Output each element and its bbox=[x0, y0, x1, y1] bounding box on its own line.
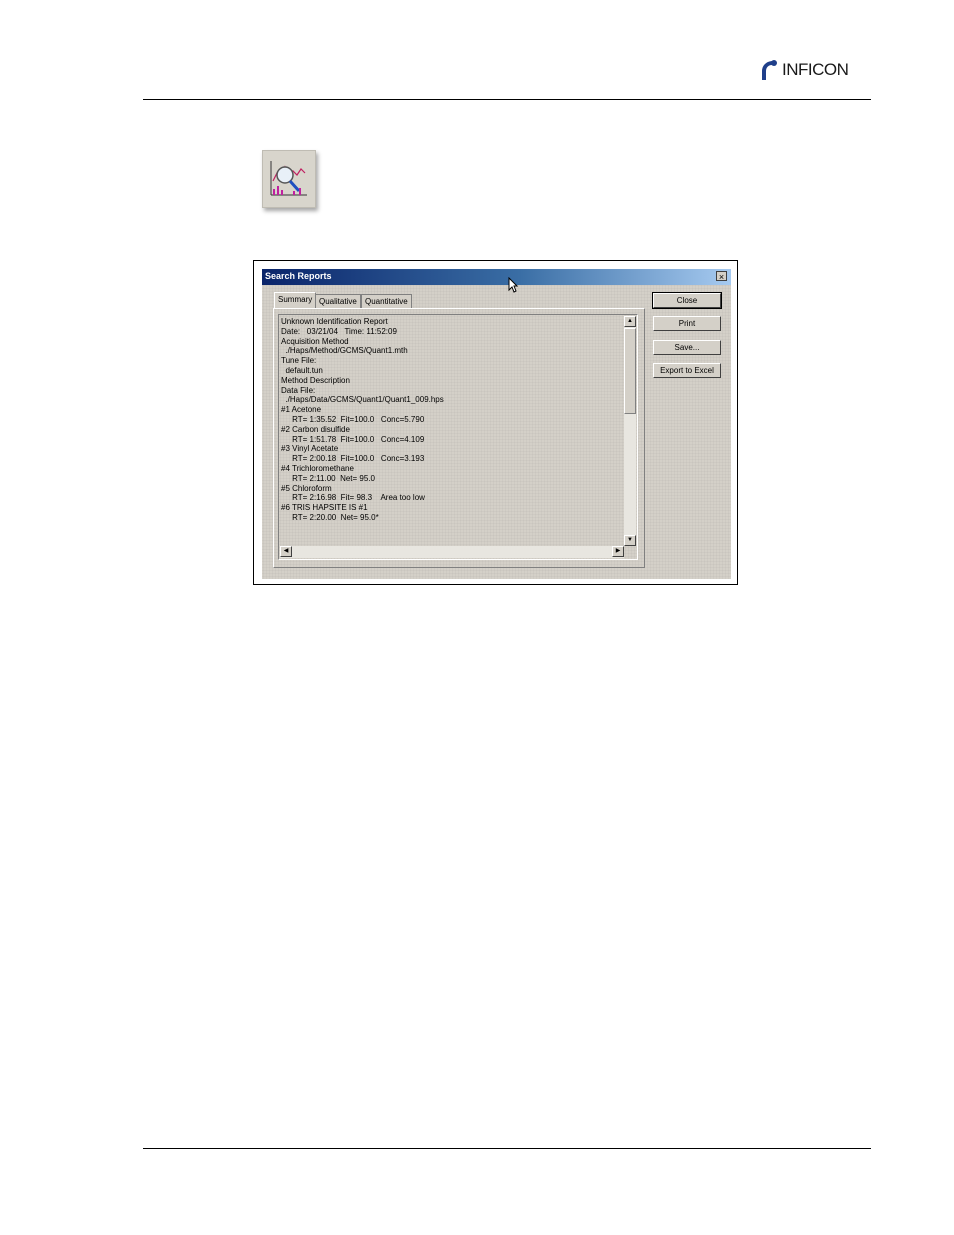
report-line: Date: 03/21/04 Time: 11:52:09 bbox=[281, 326, 397, 336]
inficon-logo: INFICON bbox=[760, 58, 872, 84]
inficon-logo-icon bbox=[762, 60, 777, 80]
report-line: RT= 1:51.78 Fit=100.0 Conc=4.109 bbox=[281, 434, 425, 444]
report-line: Acquisition Method bbox=[281, 336, 349, 346]
mouse-cursor-icon bbox=[508, 277, 518, 293]
vertical-scrollbar[interactable]: ▲ ▼ bbox=[624, 316, 636, 546]
tab-qualitative[interactable]: Qualitative bbox=[315, 294, 361, 308]
report-line: Data File: bbox=[281, 385, 316, 395]
scroll-up-icon[interactable]: ▲ bbox=[624, 316, 636, 327]
search-reports-dialog: Search Reports × Summary Qualitative Qua… bbox=[262, 269, 731, 579]
vertical-scroll-thumb[interactable] bbox=[624, 328, 636, 414]
report-line: #3 Vinyl Acetate bbox=[281, 444, 339, 454]
report-line: RT= 2:11.00 Net= 95.0 bbox=[281, 473, 375, 483]
scroll-down-icon[interactable]: ▼ bbox=[624, 535, 636, 546]
report-line: #5 Chloroform bbox=[281, 483, 332, 493]
report-line: ./Haps/Method/GCMS/Quant1.mth bbox=[281, 346, 408, 356]
save-button[interactable]: Save... bbox=[653, 340, 721, 355]
scroll-left-icon[interactable]: ◀ bbox=[280, 546, 292, 557]
report-lines: Unknown Identification Report Date: 03/2… bbox=[281, 317, 621, 523]
report-line: RT= 1:35.52 Fit=100.0 Conc=5.790 bbox=[281, 414, 425, 424]
chart-magnifier-icon bbox=[270, 161, 307, 196]
horizontal-scrollbar[interactable]: ◀ ▶ bbox=[280, 546, 624, 558]
tab-quantitative[interactable]: Quantitative bbox=[361, 294, 412, 308]
tab-summary[interactable]: Summary bbox=[274, 292, 317, 309]
report-line: #2 Carbon disulfide bbox=[281, 424, 350, 434]
dialog-title: Search Reports bbox=[265, 271, 332, 281]
report-line: default.tun bbox=[281, 365, 323, 375]
print-button[interactable]: Print bbox=[653, 316, 721, 331]
close-button[interactable]: Close bbox=[652, 292, 722, 309]
report-text-area[interactable]: Unknown Identification Report Date: 03/2… bbox=[278, 314, 638, 560]
report-line: Method Description bbox=[281, 375, 350, 385]
report-line: RT= 2:00.18 Fit=100.0 Conc=3.193 bbox=[281, 454, 425, 464]
report-line: ./Haps/Data/GCMS/Quant1/Quant1_009.hps bbox=[281, 395, 444, 405]
footer-rule bbox=[143, 1148, 871, 1149]
report-line: Tune File: bbox=[281, 356, 317, 366]
close-icon[interactable]: × bbox=[716, 271, 727, 282]
report-line: RT= 2:20.00 Net= 95.0* bbox=[281, 512, 379, 522]
export-to-excel-button[interactable]: Export to Excel bbox=[653, 363, 721, 378]
search-reports-toolbar-icon bbox=[262, 150, 316, 208]
report-line: #4 Trichloromethane bbox=[281, 463, 354, 473]
scroll-right-icon[interactable]: ▶ bbox=[612, 546, 624, 557]
report-line: Unknown Identification Report bbox=[281, 317, 388, 326]
header-rule bbox=[143, 99, 871, 100]
brand-name: INFICON bbox=[782, 60, 849, 79]
dialog-titlebar[interactable]: Search Reports × bbox=[262, 269, 731, 293]
report-line: RT= 2:16.98 Fit= 98.3 Area too low bbox=[281, 493, 425, 503]
report-line: #1 Acetone bbox=[281, 405, 322, 415]
report-line: #6 TRIS HAPSITE IS #1 bbox=[281, 503, 368, 513]
